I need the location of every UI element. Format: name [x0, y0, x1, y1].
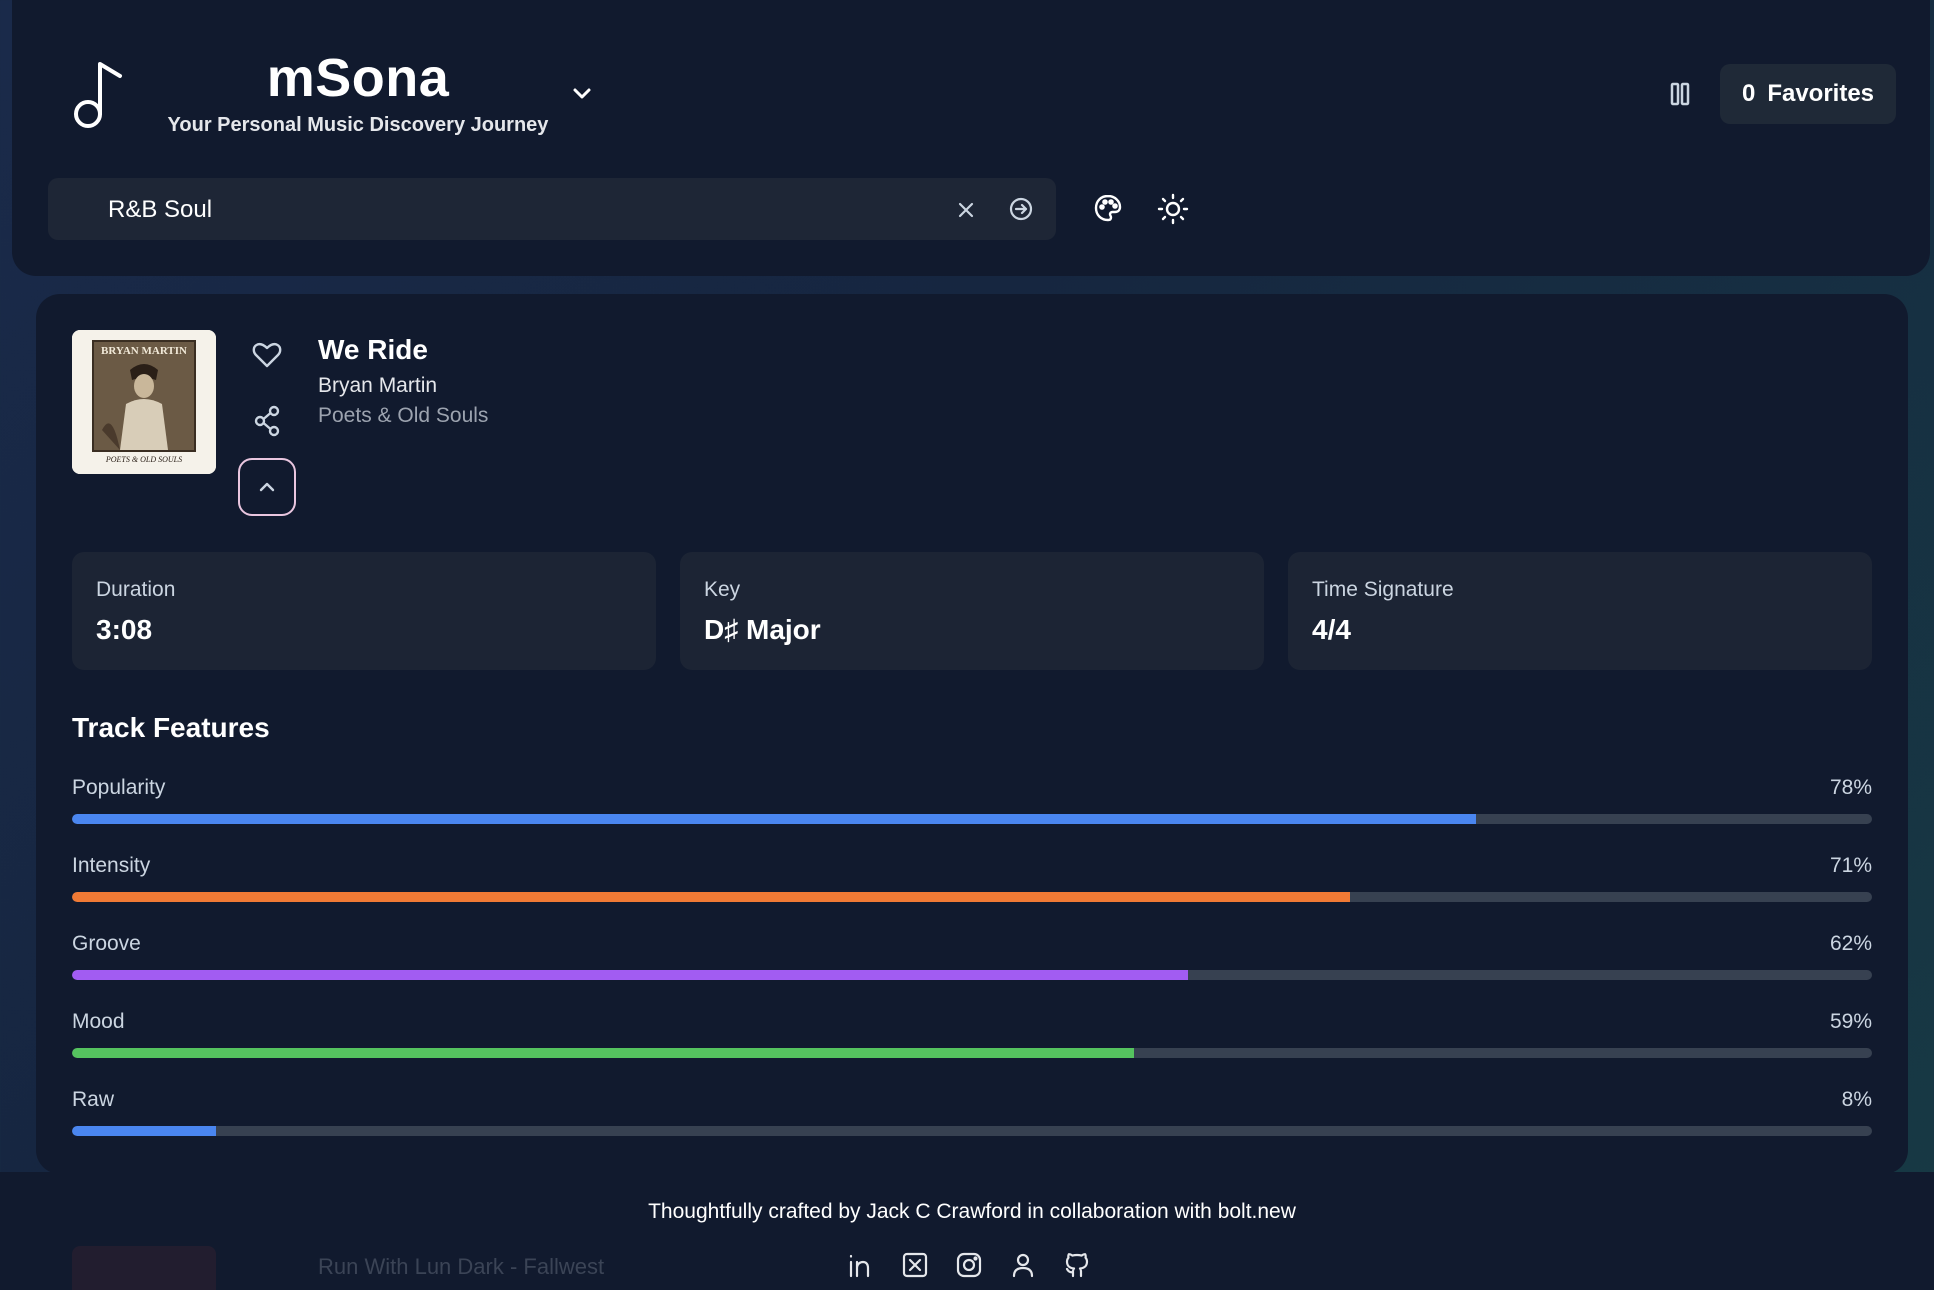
track-album: Poets & Old Souls: [318, 404, 489, 427]
album-art-text-bottom: POETS & OLD SOULS: [105, 455, 182, 464]
track-features-title: Track Features: [72, 712, 270, 743]
feature-bar-track: [72, 970, 1872, 980]
github-icon[interactable]: [1062, 1250, 1092, 1280]
feature-bar-fill: [72, 970, 1188, 980]
album-art[interactable]: BRYAN MARTIN POETS & OLD SOULS: [72, 330, 216, 474]
album-art-text-top: BRYAN MARTIN: [101, 345, 187, 357]
share-icon[interactable]: [252, 404, 282, 438]
stat-key: Key D♯ Major: [680, 552, 1264, 670]
feature-bar-fill: [72, 814, 1476, 824]
feature-bar-fill: [72, 1048, 1134, 1058]
feature-mood: Mood 59%: [72, 1010, 1872, 1070]
close-icon[interactable]: [952, 196, 980, 224]
stat-label: Key: [704, 578, 741, 601]
feature-percent: 59%: [1829, 1010, 1872, 1033]
feature-popularity: Popularity 78%: [72, 776, 1872, 836]
chevron-up-icon: [259, 482, 275, 492]
chevron-down-icon[interactable]: [568, 82, 596, 106]
feature-bar-track: [72, 814, 1872, 824]
feature-label: Raw: [72, 1088, 115, 1111]
feature-label: Popularity: [72, 776, 166, 799]
feature-groove: Groove 62%: [72, 932, 1872, 992]
sun-icon[interactable]: [1156, 192, 1190, 226]
feature-raw: Raw 8%: [72, 1088, 1872, 1148]
brand: mSona Your Personal Music Discovery Jour…: [148, 48, 568, 137]
album-art-image: BRYAN MARTIN POETS & OLD SOULS: [72, 330, 216, 474]
feature-intensity: Intensity 71%: [72, 854, 1872, 914]
search-input[interactable]: [108, 196, 908, 224]
search-box: [48, 178, 1056, 240]
stat-value: D♯ Major: [704, 614, 821, 645]
favorites-label: Favorites: [1767, 80, 1875, 107]
favorites-button[interactable]: 0 Favorites: [1720, 64, 1896, 124]
track-title: We Ride: [318, 334, 428, 365]
stat-duration: Duration 3:08: [72, 552, 656, 670]
linkedin-icon[interactable]: [846, 1250, 876, 1280]
music-note-icon: [72, 58, 128, 130]
feature-bar-track: [72, 1126, 1872, 1136]
feature-bar-fill: [72, 1126, 216, 1136]
feature-bar-track: [72, 1048, 1872, 1058]
track-artist: Bryan Martin: [318, 374, 438, 397]
favorites-count: 0: [1741, 80, 1756, 107]
feature-percent: 62%: [1829, 932, 1872, 955]
feature-percent: 8%: [1841, 1088, 1872, 1111]
stat-label: Duration: [96, 578, 176, 601]
stat-label: Time Signature: [1312, 578, 1454, 601]
feature-percent: 78%: [1829, 776, 1872, 799]
album-art-ghost: [72, 1246, 216, 1290]
user-icon[interactable]: [1008, 1250, 1038, 1280]
feature-percent: 71%: [1829, 854, 1872, 877]
stat-value: 3:08: [96, 614, 153, 645]
collapse-button[interactable]: [238, 458, 296, 516]
palette-icon[interactable]: [1092, 192, 1124, 224]
footer-ghost-text: Run With Lun Dark - Fallwest: [318, 1254, 605, 1279]
brand-title: mSona: [266, 48, 450, 108]
feature-label: Intensity: [72, 854, 151, 877]
brand-subtitle: Your Personal Music Discovery Journey: [167, 114, 549, 136]
feature-label: Groove: [72, 932, 141, 955]
social-links: [846, 1250, 1092, 1280]
stat-value: 4/4: [1312, 614, 1351, 645]
footer-credit: Thoughtfully crafted by Jack C Crawford …: [648, 1200, 1296, 1223]
feature-bar-track: [72, 892, 1872, 902]
feature-bar-fill: [72, 892, 1350, 902]
instagram-icon[interactable]: [954, 1250, 984, 1280]
heart-icon[interactable]: [250, 338, 284, 372]
arrow-right-circle-icon[interactable]: [1006, 194, 1036, 224]
pause-icon[interactable]: [1666, 80, 1694, 108]
x-icon[interactable]: [900, 1250, 930, 1280]
feature-label: Mood: [72, 1010, 125, 1033]
stat-time-signature: Time Signature 4/4: [1288, 552, 1872, 670]
